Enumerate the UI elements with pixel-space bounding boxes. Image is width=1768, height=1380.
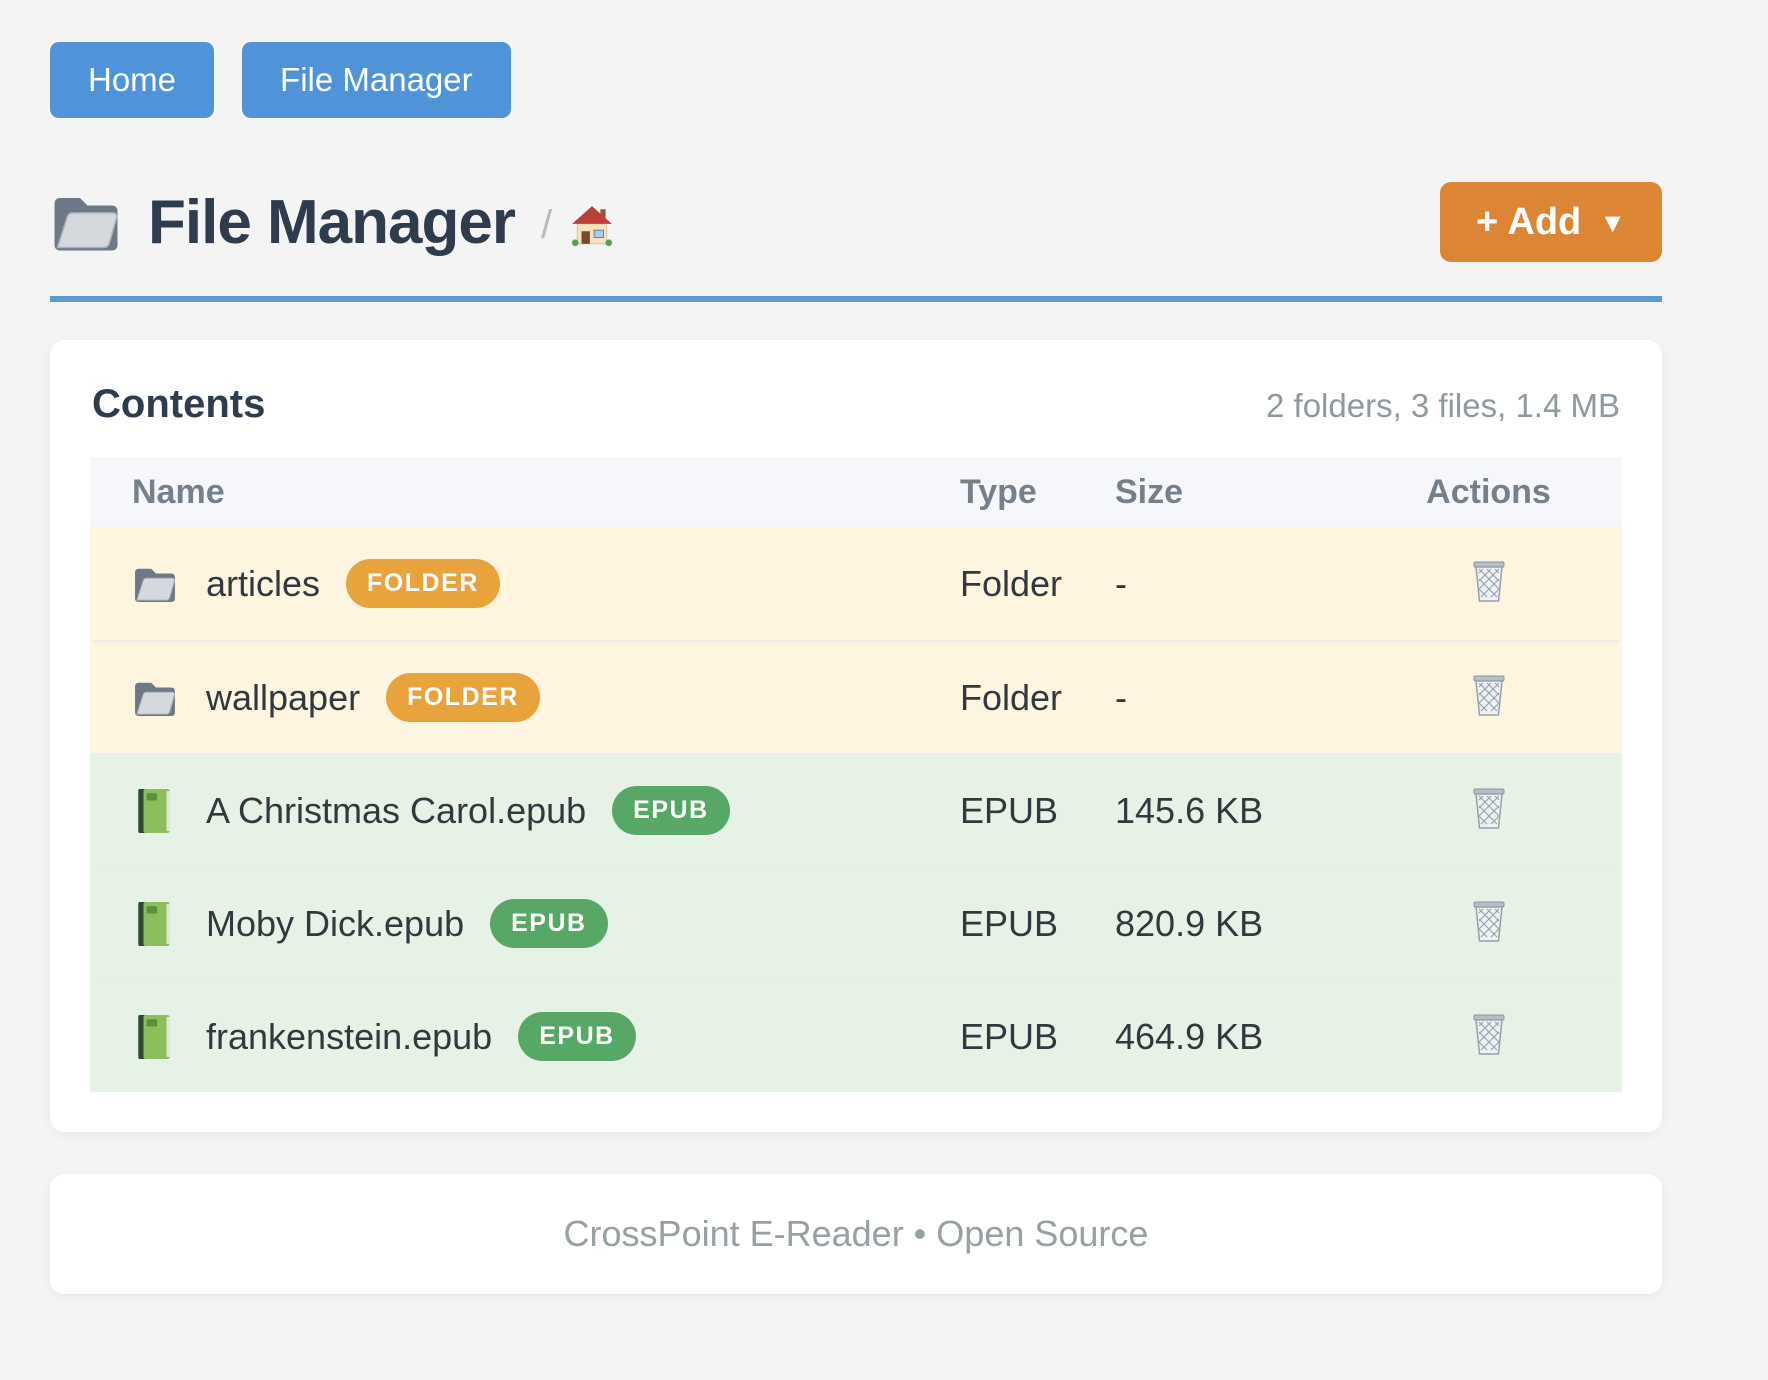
type-badge: EPUB bbox=[612, 786, 729, 835]
delete-button[interactable] bbox=[1463, 784, 1515, 837]
add-button-label: + Add bbox=[1476, 201, 1581, 244]
delete-button[interactable] bbox=[1463, 897, 1515, 950]
section-divider bbox=[50, 296, 1662, 302]
file-name: articles bbox=[206, 563, 320, 605]
col-header-type: Type bbox=[960, 473, 1115, 512]
table-row[interactable]: Moby Dick.epub EPUB EPUB 820.9 KB bbox=[90, 866, 1622, 979]
table-row[interactable]: A Christmas Carol.epub EPUB EPUB 145.6 K… bbox=[90, 753, 1622, 866]
table-row[interactable]: wallpaper FOLDER Folder - bbox=[90, 640, 1622, 753]
type-badge: EPUB bbox=[490, 899, 607, 948]
cell-size: 464.9 KB bbox=[1115, 1016, 1355, 1058]
col-header-size: Size bbox=[1115, 473, 1355, 512]
type-badge: EPUB bbox=[518, 1012, 635, 1061]
cell-type: EPUB bbox=[960, 790, 1115, 832]
breadcrumb-separator: / bbox=[541, 203, 552, 248]
folder-icon bbox=[132, 679, 178, 717]
file-manager-page: Home File Manager File Manager / bbox=[0, 0, 1768, 1294]
col-header-name: Name bbox=[90, 473, 960, 512]
col-header-actions: Actions bbox=[1355, 473, 1622, 512]
folder-icon bbox=[50, 192, 122, 252]
cell-size: 820.9 KB bbox=[1115, 903, 1355, 945]
card-title: Contents bbox=[92, 382, 265, 427]
file-name: Moby Dick.epub bbox=[206, 903, 464, 945]
cell-size: - bbox=[1115, 563, 1355, 605]
page-header: File Manager / + Add ▼ bbox=[50, 182, 1662, 262]
cell-size: - bbox=[1115, 677, 1355, 719]
table-row[interactable]: frankenstein.epub EPUB EPUB 464.9 KB bbox=[90, 979, 1622, 1092]
nav-button-file-manager[interactable]: File Manager bbox=[242, 42, 511, 118]
cell-size: 145.6 KB bbox=[1115, 790, 1355, 832]
delete-button[interactable] bbox=[1463, 671, 1515, 724]
book-icon bbox=[132, 1014, 178, 1060]
delete-button[interactable] bbox=[1463, 1010, 1515, 1063]
book-icon bbox=[132, 901, 178, 947]
trash-icon bbox=[1471, 818, 1507, 833]
file-name: wallpaper bbox=[206, 677, 360, 719]
folder-icon bbox=[132, 565, 178, 603]
top-nav: Home File Manager bbox=[50, 42, 1662, 118]
trash-icon bbox=[1471, 931, 1507, 946]
trash-icon bbox=[1471, 705, 1507, 720]
footer-text: CrossPoint E-Reader • Open Source bbox=[564, 1213, 1149, 1255]
footer: CrossPoint E-Reader • Open Source bbox=[50, 1174, 1662, 1294]
nav-button-home[interactable]: Home bbox=[50, 42, 214, 118]
delete-button[interactable] bbox=[1463, 557, 1515, 610]
file-table: Name Type Size Actions articles FOLDER bbox=[90, 457, 1622, 1092]
card-summary: 2 folders, 3 files, 1.4 MB bbox=[1266, 387, 1620, 425]
cell-type: Folder bbox=[960, 563, 1115, 605]
chevron-down-icon: ▼ bbox=[1599, 208, 1626, 239]
home-icon[interactable] bbox=[570, 204, 614, 248]
book-icon bbox=[132, 788, 178, 834]
card-header: Contents 2 folders, 3 files, 1.4 MB bbox=[90, 374, 1622, 427]
add-button[interactable]: + Add ▼ bbox=[1440, 182, 1662, 262]
type-badge: FOLDER bbox=[346, 559, 500, 608]
page-title: File Manager bbox=[148, 187, 515, 258]
cell-type: EPUB bbox=[960, 903, 1115, 945]
table-header: Name Type Size Actions bbox=[90, 457, 1622, 527]
cell-type: Folder bbox=[960, 677, 1115, 719]
file-name: frankenstein.epub bbox=[206, 1016, 492, 1058]
trash-icon bbox=[1471, 591, 1507, 606]
cell-type: EPUB bbox=[960, 1016, 1115, 1058]
table-row[interactable]: articles FOLDER Folder - bbox=[90, 527, 1622, 640]
contents-card: Contents 2 folders, 3 files, 1.4 MB Name… bbox=[50, 340, 1662, 1132]
type-badge: FOLDER bbox=[386, 673, 540, 722]
trash-icon bbox=[1471, 1044, 1507, 1059]
file-name: A Christmas Carol.epub bbox=[206, 790, 586, 832]
